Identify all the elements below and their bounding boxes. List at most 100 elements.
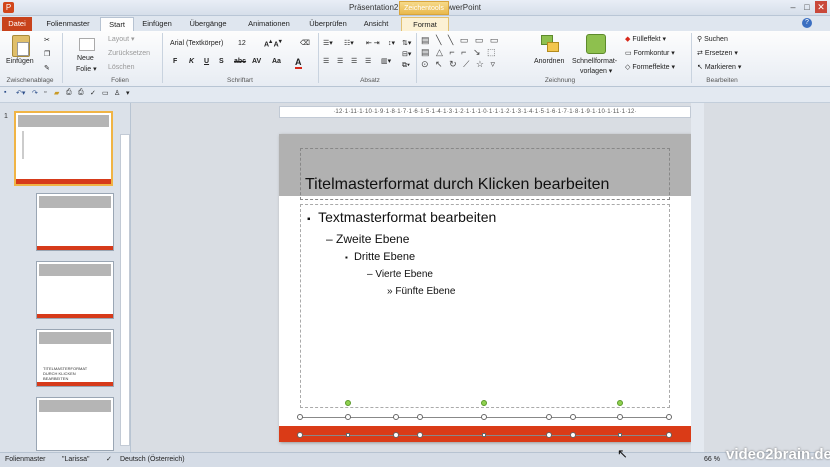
tab-start[interactable]: Start	[100, 17, 134, 31]
app-icon[interactable]: P	[3, 2, 14, 13]
resize-handle[interactable]	[546, 432, 552, 438]
resize-handle[interactable]	[297, 414, 303, 420]
shape-effects-button[interactable]: ◇ Formeffekte ▾	[625, 63, 675, 71]
resize-handle[interactable]	[417, 432, 423, 438]
zoom-level[interactable]: 66 %	[704, 456, 720, 463]
help-icon[interactable]: ?	[802, 18, 812, 28]
minimize-icon[interactable]: –	[787, 1, 799, 13]
grow-font-icon[interactable]: A▴ A▾	[264, 39, 282, 48]
italic-icon[interactable]: K	[189, 58, 194, 65]
font-size-select[interactable]: 12	[238, 40, 246, 47]
copy-icon[interactable]: ❐	[44, 50, 50, 58]
resize-handle[interactable]	[297, 432, 303, 438]
tab-animationen[interactable]: Animationen	[240, 17, 298, 31]
resize-handle[interactable]	[393, 414, 399, 420]
quick-styles-button[interactable]: Schnellformat-	[572, 58, 617, 65]
text-direction-icon[interactable]: ⇅▾	[402, 39, 411, 47]
open-icon[interactable]: ▰	[54, 89, 59, 97]
thumbnail-master[interactable]	[14, 111, 113, 186]
new-slide-dropdown[interactable]: Folie ▾	[76, 65, 97, 73]
undo-icon[interactable]: ↶▾	[16, 89, 25, 97]
bold-icon[interactable]: F	[173, 58, 177, 65]
shadow-icon[interactable]: S	[219, 58, 224, 65]
strikethrough-icon[interactable]: abc	[234, 58, 246, 65]
reset-button[interactable]: Zurücksetzen	[108, 50, 150, 57]
align-left-icon[interactable]: ☰	[323, 57, 329, 65]
tab-ansicht[interactable]: Ansicht	[358, 17, 394, 31]
shape-fill-button[interactable]: ◆ Fülleffekt ▾	[625, 35, 666, 43]
font-name-select[interactable]: Arial (Textkörper)	[170, 40, 232, 47]
new-icon[interactable]: ▫	[44, 89, 46, 96]
resize-handle[interactable]	[345, 414, 351, 420]
format-painter-icon[interactable]: ✎	[44, 64, 50, 72]
resize-handle[interactable]	[482, 433, 486, 437]
spelling-status-icon[interactable]: ✓	[106, 455, 112, 463]
redo-icon[interactable]: ↷	[32, 89, 38, 97]
spelling-icon[interactable]: ✓	[90, 89, 96, 97]
smartart-icon[interactable]: ⧉▾	[402, 62, 410, 70]
delete-button[interactable]: Löschen	[108, 64, 134, 71]
line-spacing-icon[interactable]: ↕▾	[388, 39, 395, 47]
find-button[interactable]: ⚲ Suchen	[697, 35, 728, 43]
tab-datei[interactable]: Datei	[2, 17, 32, 31]
maximize-icon[interactable]: □	[801, 1, 813, 13]
rotate-handle[interactable]	[617, 400, 623, 406]
tab-uebergaenge[interactable]: Übergänge	[183, 17, 233, 31]
resize-handle[interactable]	[417, 414, 423, 420]
font-color-icon[interactable]: A	[295, 57, 302, 69]
resize-handle[interactable]	[393, 432, 399, 438]
layout-button[interactable]: Layout ▾	[108, 35, 134, 43]
new-slide-icon[interactable]	[79, 38, 95, 51]
save-icon[interactable]: ▪	[4, 89, 6, 96]
thumbnail-layout-3[interactable]: TITELMASTERFORMAT DURCH KLICKEN BEARBEIT…	[36, 329, 114, 387]
resize-handle[interactable]	[617, 414, 623, 420]
close-icon[interactable]: ✕	[815, 1, 827, 13]
quick-styles-icon[interactable]	[586, 34, 606, 54]
cut-icon[interactable]: ✂	[44, 36, 50, 44]
tab-einfuegen[interactable]: Einfügen	[137, 17, 177, 31]
thumbnail-layout-1[interactable]	[36, 193, 114, 251]
resize-handle[interactable]	[618, 433, 622, 437]
resize-handle[interactable]	[666, 432, 672, 438]
rotate-handle[interactable]	[345, 400, 351, 406]
paste-icon[interactable]	[12, 35, 30, 57]
format-icon[interactable]: ♙	[114, 89, 120, 97]
tab-ueberpruefen[interactable]: Überprüfen	[304, 17, 352, 31]
arrange-icon[interactable]	[541, 35, 561, 53]
resize-handle[interactable]	[546, 414, 552, 420]
slideshow-icon[interactable]: ▭	[102, 89, 109, 97]
resize-handle[interactable]	[346, 433, 350, 437]
tab-format[interactable]: Format	[401, 17, 449, 31]
arrange-button[interactable]: Anordnen	[534, 58, 564, 65]
thumbnail-layout-4[interactable]	[36, 397, 114, 451]
customize-qat-icon[interactable]: ▾	[126, 89, 130, 97]
rotate-handle[interactable]	[481, 400, 487, 406]
resize-handle[interactable]	[481, 414, 487, 420]
select-button[interactable]: ↖ Markieren ▾	[697, 63, 741, 71]
shapes-gallery-icon[interactable]: ▤ ╲ ╲ ▭ ▭ ▭ ▤ △ ⌐ ⌐ ↘ ⬚ ⊙ ↖ ↻ ⟋ ☆ ▿	[421, 34, 525, 70]
vertical-scrollbar[interactable]	[691, 103, 704, 452]
char-spacing-icon[interactable]: AV	[252, 58, 261, 65]
print-icon[interactable]: ⎙	[78, 89, 84, 97]
replace-button[interactable]: ⇄ Ersetzen ▾	[697, 49, 738, 57]
resize-handle[interactable]	[570, 414, 576, 420]
quick-styles-dropdown[interactable]: vorlagen ▾	[580, 67, 612, 75]
change-case-icon[interactable]: Aa	[272, 58, 281, 65]
clear-format-icon[interactable]: ⌫	[300, 39, 310, 47]
bullets-icon[interactable]: ☰▾	[323, 39, 333, 47]
align-text-icon[interactable]: ⊟▾	[402, 50, 411, 58]
shape-outline-button[interactable]: ▭ Formkontur ▾	[625, 49, 675, 57]
resize-handle[interactable]	[666, 414, 672, 420]
new-slide-button[interactable]: Neue	[77, 55, 94, 62]
resize-handle[interactable]	[570, 432, 576, 438]
align-right-icon[interactable]: ☰	[351, 57, 357, 65]
thumbnail-layout-2[interactable]	[36, 261, 114, 319]
justify-icon[interactable]: ☰	[365, 57, 371, 65]
numbering-icon[interactable]: ☷▾	[344, 39, 354, 47]
align-center-icon[interactable]: ☰	[337, 57, 343, 65]
tab-folienmaster[interactable]: Folienmaster	[38, 17, 98, 31]
indent-icon[interactable]: ⇤ ⇥	[366, 39, 380, 47]
paste-button[interactable]: Einfügen	[6, 58, 34, 65]
columns-icon[interactable]: ▥▾	[381, 57, 391, 65]
underline-icon[interactable]: U	[204, 58, 209, 65]
